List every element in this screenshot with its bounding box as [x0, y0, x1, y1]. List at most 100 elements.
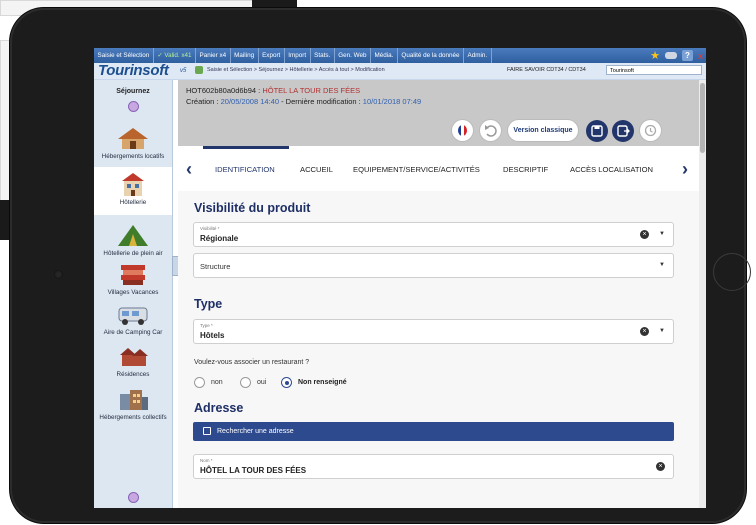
clear-icon[interactable]: ×: [640, 327, 649, 336]
chevron-down-icon[interactable]: ▼: [659, 328, 665, 334]
sidebar-item-label: Hébergements locatifs: [101, 153, 165, 160]
tourinsoft-select[interactable]: Tourinsoft: [606, 65, 702, 75]
menu-panier[interactable]: Panier x4: [196, 48, 231, 63]
tab-accueil[interactable]: ACCUEIL: [300, 165, 333, 174]
home-button[interactable]: [713, 253, 751, 291]
hotel-icon: [114, 171, 152, 197]
tab-identification[interactable]: IDENTIFICATION: [215, 165, 275, 174]
camera-lens: [54, 270, 63, 279]
help-icon[interactable]: ?: [681, 50, 693, 61]
undo-button[interactable]: [480, 120, 501, 141]
sidebar-item-label: Hébergements collectifs: [99, 414, 167, 421]
plant-icon: [195, 66, 203, 74]
sidebar-item-residences[interactable]: Résidences: [94, 343, 172, 378]
french-flag-icon: [458, 125, 467, 136]
scrollbar-thumb[interactable]: [700, 83, 705, 153]
record-header: HOT602b80a0d6b94 : HÔTEL LA TOUR DES FÉE…: [178, 80, 699, 146]
history-icon: [644, 124, 657, 137]
tab-equipement[interactable]: EQUIPEMENT/SERVICE/ACTIVITÉS: [353, 165, 480, 174]
sidebar-item-camping-car[interactable]: Aire de Camping Car: [94, 301, 172, 336]
scroll-up-icon[interactable]: [127, 101, 139, 112]
faire-savoir-label: FAIRE SAVOIR CDT34 / CDT34: [507, 67, 586, 73]
scroll-down-icon[interactable]: [128, 492, 139, 503]
sidebar-title: Séjournez: [116, 88, 150, 95]
radio-non-renseigne-label: Non renseigné: [298, 379, 347, 386]
nom-value: HÔTEL LA TOUR DES FÉES: [200, 466, 307, 475]
menu-import[interactable]: Import: [285, 48, 311, 63]
radio-oui-label: oui: [257, 379, 267, 386]
radio-oui[interactable]: [240, 377, 251, 388]
menu-admin[interactable]: Admin.: [464, 48, 492, 63]
visibility-value: Régionale: [200, 234, 239, 243]
key-icon[interactable]: [664, 52, 677, 59]
bungalow-icon: [114, 261, 152, 287]
tab-next-icon[interactable]: ›: [682, 159, 688, 180]
sidebar-item-hebergements-collectifs[interactable]: Hébergements collectifs: [94, 386, 172, 421]
menu-saisie[interactable]: Saisie et Sélection: [94, 48, 154, 63]
search-address-button[interactable]: Rechercher une adresse: [193, 422, 674, 441]
menu-export[interactable]: Export: [259, 48, 285, 63]
save-button[interactable]: [586, 120, 608, 142]
undo-icon: [485, 125, 497, 137]
radio-non-renseigne[interactable]: [281, 377, 292, 388]
houses-icon: [114, 343, 152, 369]
structure-select[interactable]: Structure ▼: [193, 253, 674, 278]
nom-field-label: Nom *: [200, 458, 213, 463]
record-id: HOT602b80a0d6b94 : HÔTEL LA TOUR DES FÉE…: [186, 86, 360, 95]
version-classique-button[interactable]: Version classique: [508, 120, 578, 141]
star-icon[interactable]: ★: [650, 49, 660, 62]
menu-stats[interactable]: Stats.: [311, 48, 335, 63]
tourinsoft-logo: Tourinsoft: [98, 62, 169, 79]
check-icon: ✓: [157, 52, 163, 59]
sidebar-item-label: Hôtellerie: [119, 199, 147, 206]
clear-icon[interactable]: ×: [640, 230, 649, 239]
sidebar-item-villages-vacances[interactable]: Villages Vacances: [94, 261, 172, 296]
sidebar-item-label: Aire de Camping Car: [103, 329, 163, 336]
radio-non[interactable]: [194, 377, 205, 388]
clear-icon[interactable]: ×: [656, 462, 665, 471]
sidebar-item-plein-air[interactable]: Hôtellerie de plein air: [94, 222, 172, 257]
creation-label: Création :: [186, 97, 221, 106]
sidebar-item-hebergements-locatifs[interactable]: Hébergements locatifs: [94, 125, 172, 160]
nom-input[interactable]: Nom * HÔTEL LA TOUR DES FÉES ×: [193, 454, 674, 479]
active-tab-indicator: [203, 146, 289, 149]
tab-bar: ‹ IDENTIFICATION ACCUEIL EQUIPEMENT/SERV…: [178, 146, 699, 192]
save-icon: [591, 125, 603, 137]
visibility-field-label: Visibilité *: [200, 226, 220, 231]
menu-valid[interactable]: ✓ Valid. x41: [154, 48, 197, 63]
visibility-select[interactable]: Visibilité * Régionale × ▼: [193, 222, 674, 247]
type-section-title: Type: [194, 297, 223, 311]
sidebar-item-label: Hôtellerie de plein air: [103, 250, 163, 257]
tab-descriptif[interactable]: DESCRIPTIF: [503, 165, 548, 174]
radio-non-label: non: [211, 379, 223, 386]
sidebar: Séjournez Hébergements locatifs Hôteller…: [94, 80, 173, 508]
modif-date: 10/01/2018 07:49: [362, 97, 422, 106]
search-address-label: Rechercher une adresse: [217, 428, 294, 435]
sidebar-item-hotellerie[interactable]: Hôtellerie: [94, 167, 172, 215]
creation-date: 20/05/2008 14:40: [220, 97, 279, 106]
menu-valid-label: Valid. x41: [164, 52, 192, 59]
breadcrumb[interactable]: Saisie et Sélection > Séjournez > Hôtell…: [207, 67, 385, 73]
menu-qualite[interactable]: Qualité de la donnée: [398, 48, 465, 63]
main-panel: HOT602b80a0d6b94 : HÔTEL LA TOUR DES FÉE…: [178, 80, 706, 508]
record-dates: Création : 20/05/2008 14:40 - Dernière m…: [186, 97, 421, 106]
chevron-down-icon[interactable]: ▼: [659, 262, 665, 268]
menu-mailing[interactable]: Mailing: [231, 48, 259, 63]
history-button[interactable]: [640, 120, 661, 141]
tab-prev-icon[interactable]: ‹: [186, 159, 192, 180]
tablet-screen: Saisie et Sélection ✓ Valid. x41 Panier …: [94, 48, 706, 508]
menu-media[interactable]: Média.: [371, 48, 398, 63]
brand-bar: Tourinsoft v5 Saisie et Sélection > Séjo…: [94, 63, 706, 80]
address-section-title: Adresse: [194, 401, 244, 415]
type-select[interactable]: Type * Hôtels × ▼: [193, 319, 674, 344]
language-button[interactable]: [452, 120, 473, 141]
tab-acces-localisation[interactable]: ACCÈS LOCALISATION: [570, 165, 653, 174]
close-icon[interactable]: x: [698, 51, 703, 61]
camper-icon: [114, 301, 152, 327]
top-menu-bar: Saisie et Sélection ✓ Valid. x41 Panier …: [94, 48, 706, 63]
version-tag: v5: [180, 68, 187, 74]
chevron-down-icon[interactable]: ▼: [659, 231, 665, 237]
save-and-exit-button[interactable]: [612, 120, 634, 142]
tablet-frame: Saisie et Sélection ✓ Valid. x41 Panier …: [10, 8, 751, 523]
menu-gen-web[interactable]: Gen. Web: [335, 48, 372, 63]
